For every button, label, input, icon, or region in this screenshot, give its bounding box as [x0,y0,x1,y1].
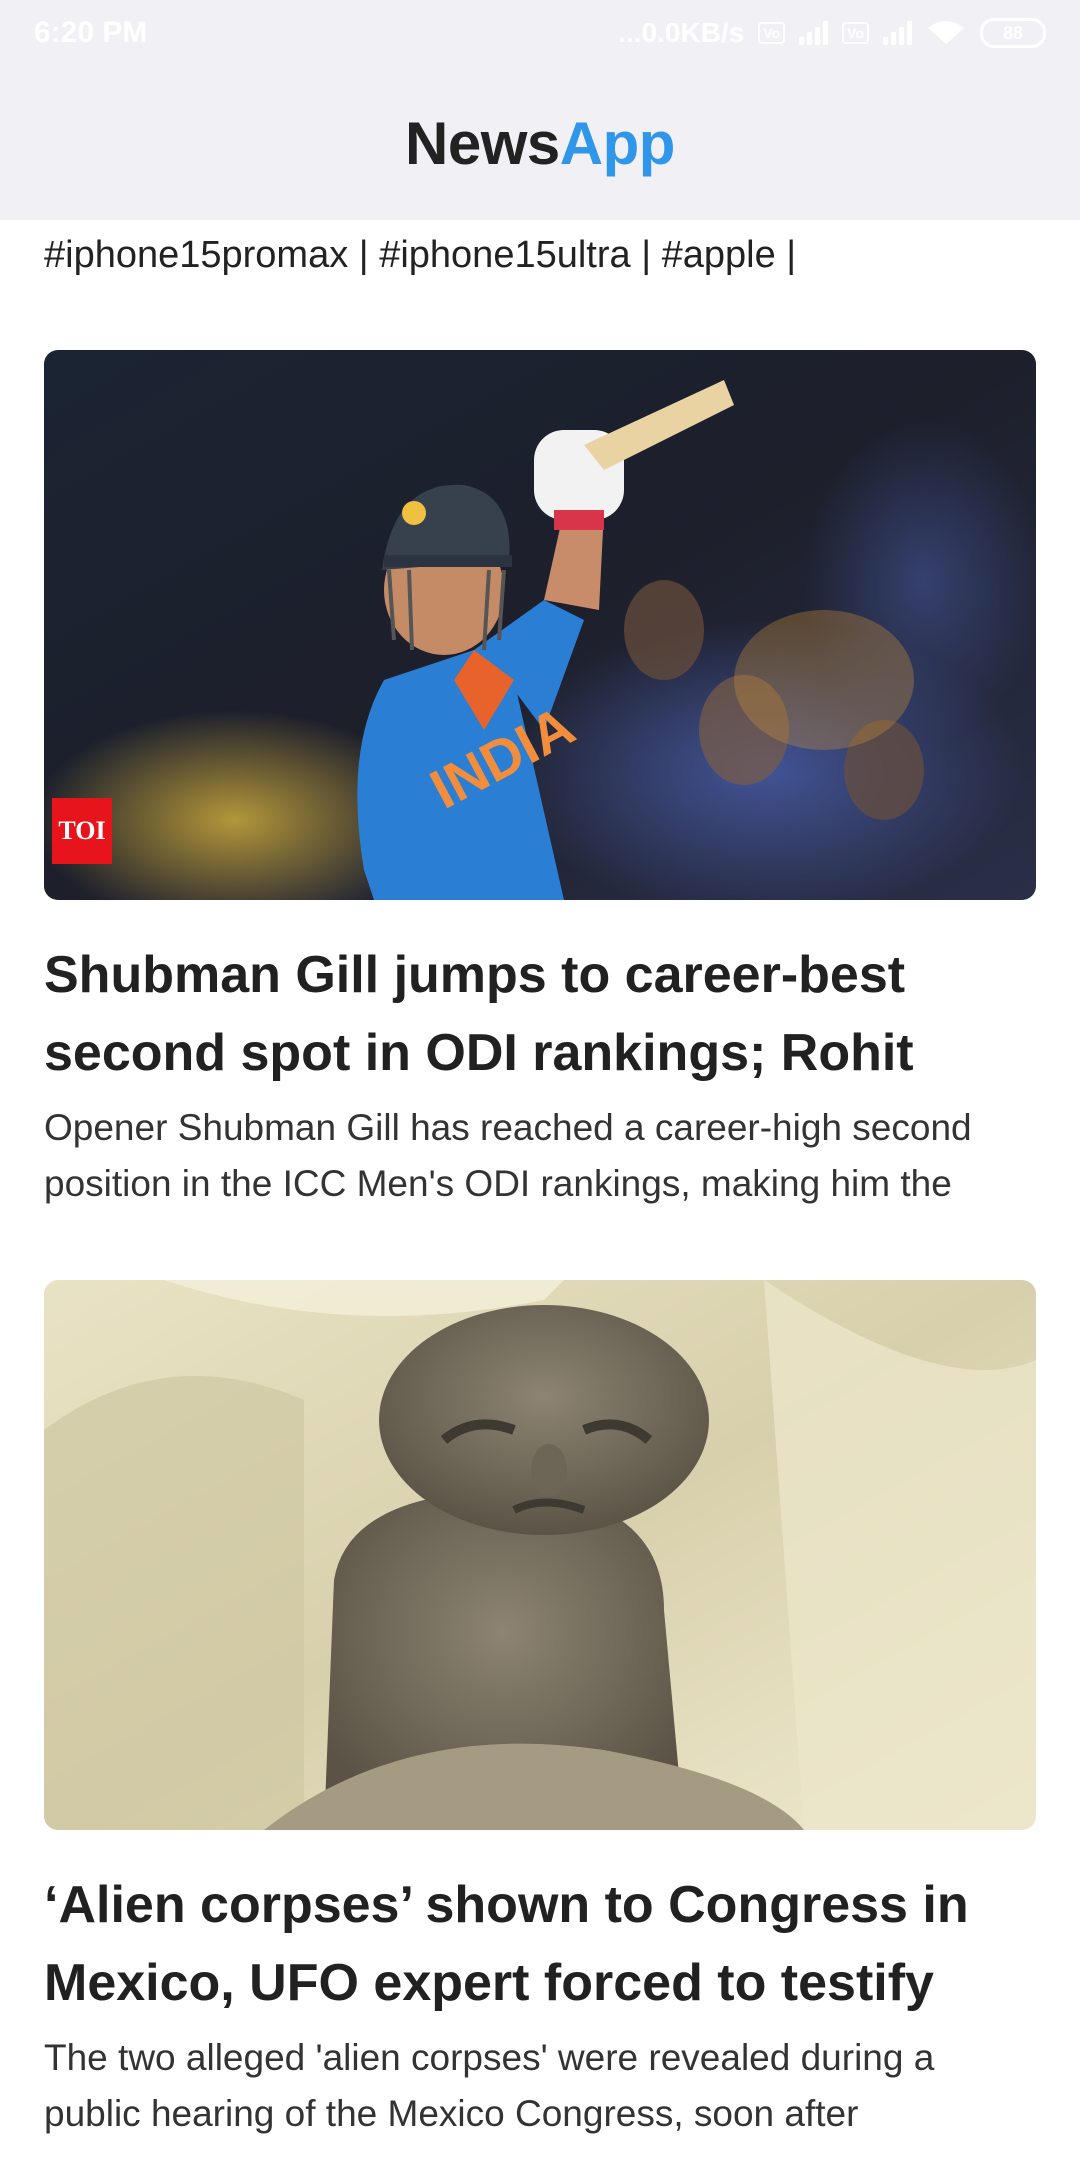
article-description[interactable]: The two alleged 'alien corpses' were rev… [44,2030,1036,2142]
volte-icon-2: Vo [842,22,869,44]
app-title: NewsApp [405,109,675,178]
alien-corpse-image [44,1280,1036,1830]
app-bar: NewsApp [0,66,1080,220]
app-title-news: News [405,109,560,177]
article-description[interactable]: Opener Shubman Gill has reached a career… [44,1100,1036,1212]
app-title-app: App [559,109,676,177]
wifi-icon [928,21,964,44]
status-time: 6:20 PM [34,16,148,49]
article-image[interactable] [44,1280,1036,1830]
article-card-shubman-gill[interactable]: INDIA TOI Shubman Gill jumps to career-b… [44,350,1036,1212]
status-bar: 6:20 PM ...0.0KB/s Vo Vo 88 [0,0,1080,66]
article-card-alien-corpses[interactable]: ‘Alien corpses’ shown to Congress in Mex… [44,1280,1036,2142]
battery-icon: 88 [980,18,1046,48]
signal-icon [799,21,829,45]
previous-article-hashtags: #iphone15promax | #iphone15ultra | #appl… [44,234,797,276]
volte-icon: Vo [758,22,786,44]
toi-logo-icon: TOI [52,798,112,864]
status-icons: ...0.0KB/s Vo Vo 88 [618,17,1046,49]
network-speed: ...0.0KB/s [618,17,745,48]
article-title[interactable]: ‘Alien corpses’ shown to Congress in Mex… [44,1866,1036,2022]
article-title[interactable]: Shubman Gill jumps to career-best second… [44,936,1036,1092]
article-image[interactable]: INDIA TOI [44,350,1036,900]
signal-icon-2 [883,21,912,45]
cricket-player-image: INDIA [44,350,1036,900]
